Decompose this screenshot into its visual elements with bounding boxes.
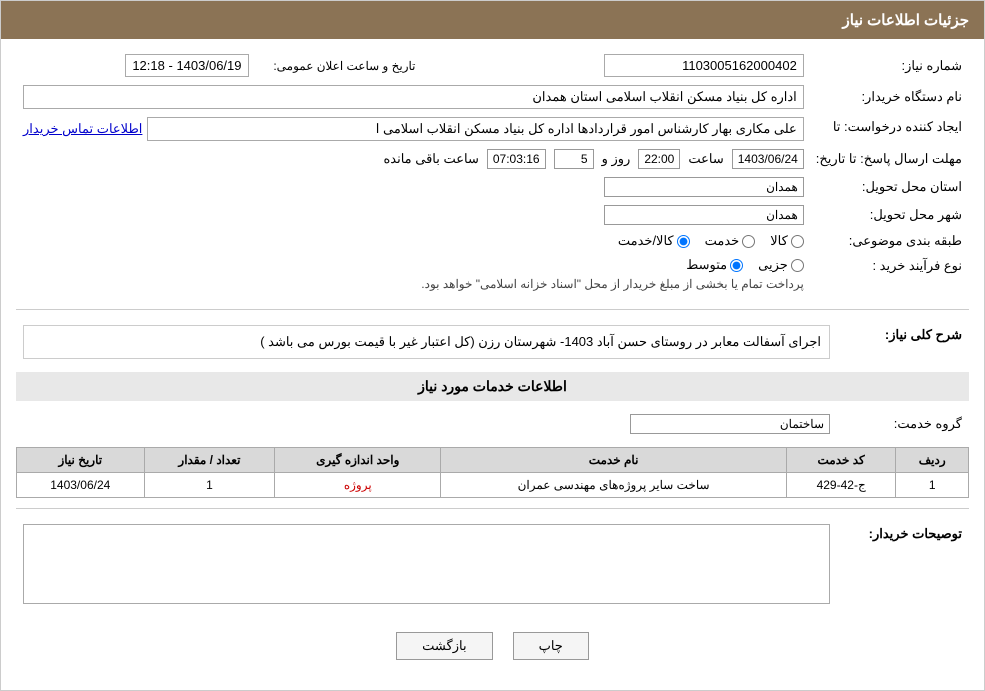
cell-nam: ساخت سایر پروژه‌های مهندسی عمران xyxy=(441,473,787,498)
radio-kala-label: کالا xyxy=(770,233,788,249)
page-title: جزئیات اطلاعات نیاز xyxy=(843,12,970,29)
btn-row: چاپ بازگشت xyxy=(16,632,969,660)
col-nam: نام خدمت xyxy=(441,448,787,473)
cell-radif: 1 xyxy=(896,473,969,498)
mohlat-date: 1403/06/24 xyxy=(732,149,804,169)
sharh-value: اجرای آسفالت معابر در روستای حسن آباد 14… xyxy=(23,325,830,359)
sharh-section: شرح کلی نیاز: اجرای آسفالت معابر در روست… xyxy=(16,320,969,372)
col-tedad: تعداد / مقدار xyxy=(144,448,275,473)
tosihat-textarea[interactable] xyxy=(23,524,830,604)
col-tarikh: تاریخ نیاز xyxy=(17,448,145,473)
cell-tarikh: 1403/06/24 xyxy=(17,473,145,498)
tarikh-elan-value: 1403/06/19 - 12:18 xyxy=(125,54,248,77)
mohlat-saat: 22:00 xyxy=(638,149,680,169)
divider-2 xyxy=(16,508,969,509)
shomare-niaz-value: 1103005162000402 xyxy=(604,54,804,77)
tosihat-section: توصیحات خریدار: xyxy=(16,519,969,612)
roz-label: روز و xyxy=(602,151,631,167)
ostan-label: استان محل تحویل: xyxy=(862,179,962,194)
ijad-konande-value: علی مکاری بهار کارشناس امور قراردادها اد… xyxy=(147,117,803,141)
info-section: شماره نیاز: 1103005162000402 تاریخ و ساع… xyxy=(16,49,969,299)
noe-farayand-label: نوع فرآیند خرید : xyxy=(872,258,962,273)
ettelaat-tamas-link[interactable]: اطلاعات تماس خریدار xyxy=(23,121,142,137)
gohreh-label: گروه خدمت: xyxy=(894,416,962,431)
mohlat-label: مهلت ارسال پاسخ: تا تاریخ: xyxy=(816,151,962,166)
radio-kala[interactable] xyxy=(791,235,804,248)
col-vahed: واحد اندازه گیری xyxy=(275,448,441,473)
radio-mottaset-label: متوسط xyxy=(686,257,727,273)
radio-khedmat-item[interactable]: خدمت xyxy=(705,233,756,249)
gohreh-value: ساختمان xyxy=(630,414,830,434)
col-radif: ردیف xyxy=(896,448,969,473)
cell-kod: ج-42-429 xyxy=(786,473,895,498)
table-row: 1 ج-42-429 ساخت سایر پروژه‌های مهندسی عم… xyxy=(17,473,969,498)
khadamat-section-title: اطلاعات خدمات مورد نیاز xyxy=(16,372,969,401)
baghimande-value: 07:03:16 xyxy=(487,149,546,169)
radio-khedmat[interactable] xyxy=(742,235,755,248)
radio-mottaset-item[interactable]: متوسط xyxy=(686,257,743,273)
cell-tedad: 1 xyxy=(144,473,275,498)
radio-jozei-label: جزیی xyxy=(758,257,788,273)
divider-1 xyxy=(16,309,969,310)
radio-mottaset[interactable] xyxy=(730,259,743,272)
main-content: شماره نیاز: 1103005162000402 تاریخ و ساع… xyxy=(1,39,984,690)
radio-kala-item[interactable]: کالا xyxy=(770,233,804,249)
shomare-niaz-label: شماره نیاز: xyxy=(902,58,962,73)
cell-vahed: پروژه xyxy=(275,473,441,498)
gohreh-section: گروه خدمت: ساختمان xyxy=(16,409,969,439)
tabaghe-label: طبقه بندی موضوعی: xyxy=(849,233,962,248)
chap-button[interactable]: چاپ xyxy=(513,632,589,660)
radio-jozei-item[interactable]: جزیی xyxy=(758,257,804,273)
col-kod: کد خدمت xyxy=(786,448,895,473)
shahr-value: همدان xyxy=(604,205,804,225)
radio-khedmat-label: خدمت xyxy=(705,233,740,249)
page-header: جزئیات اطلاعات نیاز xyxy=(1,1,984,39)
radio-kala-khedmat-item[interactable]: کالا/خدمت xyxy=(618,233,690,249)
services-table: ردیف کد خدمت نام خدمت واحد اندازه گیری ت… xyxy=(16,447,969,498)
radio-kala-khedmat-label: کالا/خدمت xyxy=(618,233,674,249)
ostan-value: همدان xyxy=(604,177,804,197)
radio-kala-khedmat[interactable] xyxy=(677,235,690,248)
ijad-konande-label: ایجاد کننده درخواست: تا xyxy=(833,119,962,134)
mohlat-roz: 5 xyxy=(554,149,594,169)
nam-dastgah-label: نام دستگاه خریدار: xyxy=(861,89,962,104)
tarikh-elan-label: تاریخ و ساعت اعلان عمومی: xyxy=(273,59,415,73)
shahr-label: شهر محل تحویل: xyxy=(870,207,962,222)
saat-label: ساعت xyxy=(688,151,723,167)
farayand-note: پرداخت تمام یا بخشی از مبلغ خریدار از مح… xyxy=(23,277,804,291)
page-wrapper: جزئیات اطلاعات نیاز شماره نیاز: 11030051… xyxy=(0,0,985,691)
nam-dastgah-value: اداره کل بنیاد مسکن انقلاب اسلامی استان … xyxy=(23,85,804,109)
tosihat-label: توصیحات خریدار: xyxy=(869,526,962,541)
radio-jozei[interactable] xyxy=(791,259,804,272)
sharh-label: شرح کلی نیاز: xyxy=(885,327,962,342)
baghimande-label: ساعت باقی مانده xyxy=(383,151,478,167)
bazgasht-button[interactable]: بازگشت xyxy=(396,632,492,660)
